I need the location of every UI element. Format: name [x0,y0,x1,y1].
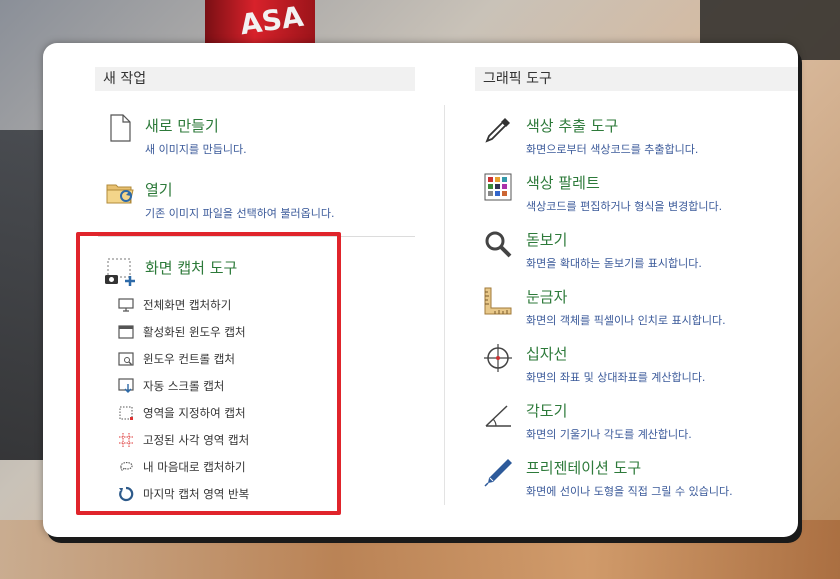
start-panel: 새 작업 그래픽 도구 새로 만들기 새 이미지를 만듭니다. 열기 기존 이미… [43,43,798,537]
color-palette-desc: 색상코드를 편집하거나 형식을 변경합니다. [526,200,723,213]
capture-active-window-label: 활성화된 윈도우 캡처 [143,325,246,339]
protractor-desc: 화면의 기울기나 각도를 계산합니다. [526,428,692,441]
new-task-header: 새 작업 [95,67,415,91]
presentation-tool-title: 프리젠테이션 도구 [526,459,642,477]
screen-capture-icon [105,258,135,286]
open-folder-icon [106,184,134,204]
column-divider [444,105,445,505]
new-image-desc: 새 이미지를 만듭니다. [145,143,247,156]
monitor-icon [118,298,134,312]
capture-region-label: 영역을 지정하여 캡처 [143,406,246,420]
capture-auto-scroll-label: 자동 스크롤 캡처 [143,379,225,393]
dashed-rect-icon [119,406,133,420]
open-desc: 기존 이미지 파일을 선택하여 불러옵니다. [145,207,335,220]
window-icon [118,325,134,339]
scroll-down-icon [118,378,134,393]
open-image-item[interactable]: 열기 기존 이미지 파일을 선택하여 불러옵니다. [105,177,405,222]
magnifier-icon [485,231,512,258]
protractor-icon [485,405,511,427]
crosshair-title: 십자선 [526,345,568,363]
magnifier-title: 돋보기 [526,231,568,249]
color-picker-desc: 화면으로부터 색상코드를 추출합니다. [526,143,699,156]
section-divider [98,236,415,237]
crosshair-icon [484,344,512,372]
capture-window-control[interactable]: 윈도우 컨트롤 캡처 [118,350,318,370]
pen-icon [484,459,512,487]
window-search-icon [118,352,134,366]
presentation-tool-item[interactable]: 프리젠테이션 도구 화면에 선이나 도형을 직접 그릴 수 있습니다. [483,457,793,499]
capture-fixed-rect[interactable]: 고정된 사각 영역 캡처 [118,431,318,451]
capture-freeform[interactable]: 내 마음대로 캡처하기 [118,458,318,478]
graphic-tools-header: 그래픽 도구 [475,67,798,91]
capture-freeform-label: 내 마음대로 캡처하기 [143,460,246,474]
new-image-title: 새로 만들기 [145,117,219,135]
screen-capture-tool-item[interactable]: 화면 캡처 도구 [105,253,405,289]
palette-icon [484,173,512,201]
ruler-desc: 화면의 객체를 픽셀이나 인치로 표시합니다. [526,314,726,327]
capture-repeat-last[interactable]: 마지막 캡처 영역 반복 [118,485,318,505]
repeat-icon [119,486,134,502]
eyedropper-icon [485,118,510,143]
capture-auto-scroll[interactable]: 자동 스크롤 캡처 [118,377,318,397]
capture-fullscreen-label: 전체화면 캡처하기 [143,298,232,312]
new-file-icon [110,114,131,142]
presentation-tool-desc: 화면에 선이나 도형을 직접 그릴 수 있습니다. [526,485,733,498]
protractor-item[interactable]: 각도기 화면의 기울기나 각도를 계산합니다. [483,400,793,442]
magnifier-desc: 화면을 확대하는 돋보기를 표시합니다. [526,257,702,270]
ruler-icon [484,287,512,315]
color-picker-item[interactable]: 색상 추출 도구 화면으로부터 색상코드를 추출합니다. [483,115,793,157]
lasso-icon [120,462,133,471]
capture-fullscreen[interactable]: 전체화면 캡처하기 [118,296,318,316]
capture-fixed-rect-label: 고정된 사각 영역 캡처 [143,433,250,447]
capture-repeat-last-label: 마지막 캡처 영역 반복 [143,487,250,501]
grid-rect-icon [119,433,133,447]
crosshair-desc: 화면의 좌표 및 상대좌표를 계산합니다. [526,371,706,384]
screen-capture-title: 화면 캡처 도구 [145,259,238,277]
open-title: 열기 [145,181,173,199]
ruler-title: 눈금자 [526,288,568,306]
color-palette-item[interactable]: 색상 팔레트 색상코드를 편집하거나 형식을 변경합니다. [483,172,793,214]
color-palette-title: 색상 팔레트 [526,174,600,192]
new-image-item[interactable]: 새로 만들기 새 이미지를 만듭니다. [105,113,405,158]
capture-window-control-label: 윈도우 컨트롤 캡처 [143,352,235,366]
crosshair-item[interactable]: 십자선 화면의 좌표 및 상대좌표를 계산합니다. [483,343,793,385]
protractor-title: 각도기 [526,402,568,420]
ruler-item[interactable]: 눈금자 화면의 객체를 픽셀이나 인치로 표시합니다. [483,286,793,328]
color-picker-title: 색상 추출 도구 [526,117,619,135]
capture-active-window[interactable]: 활성화된 윈도우 캡처 [118,323,318,343]
capture-region[interactable]: 영역을 지정하여 캡처 [118,404,318,424]
magnifier-item[interactable]: 돋보기 화면을 확대하는 돋보기를 표시합니다. [483,229,793,271]
